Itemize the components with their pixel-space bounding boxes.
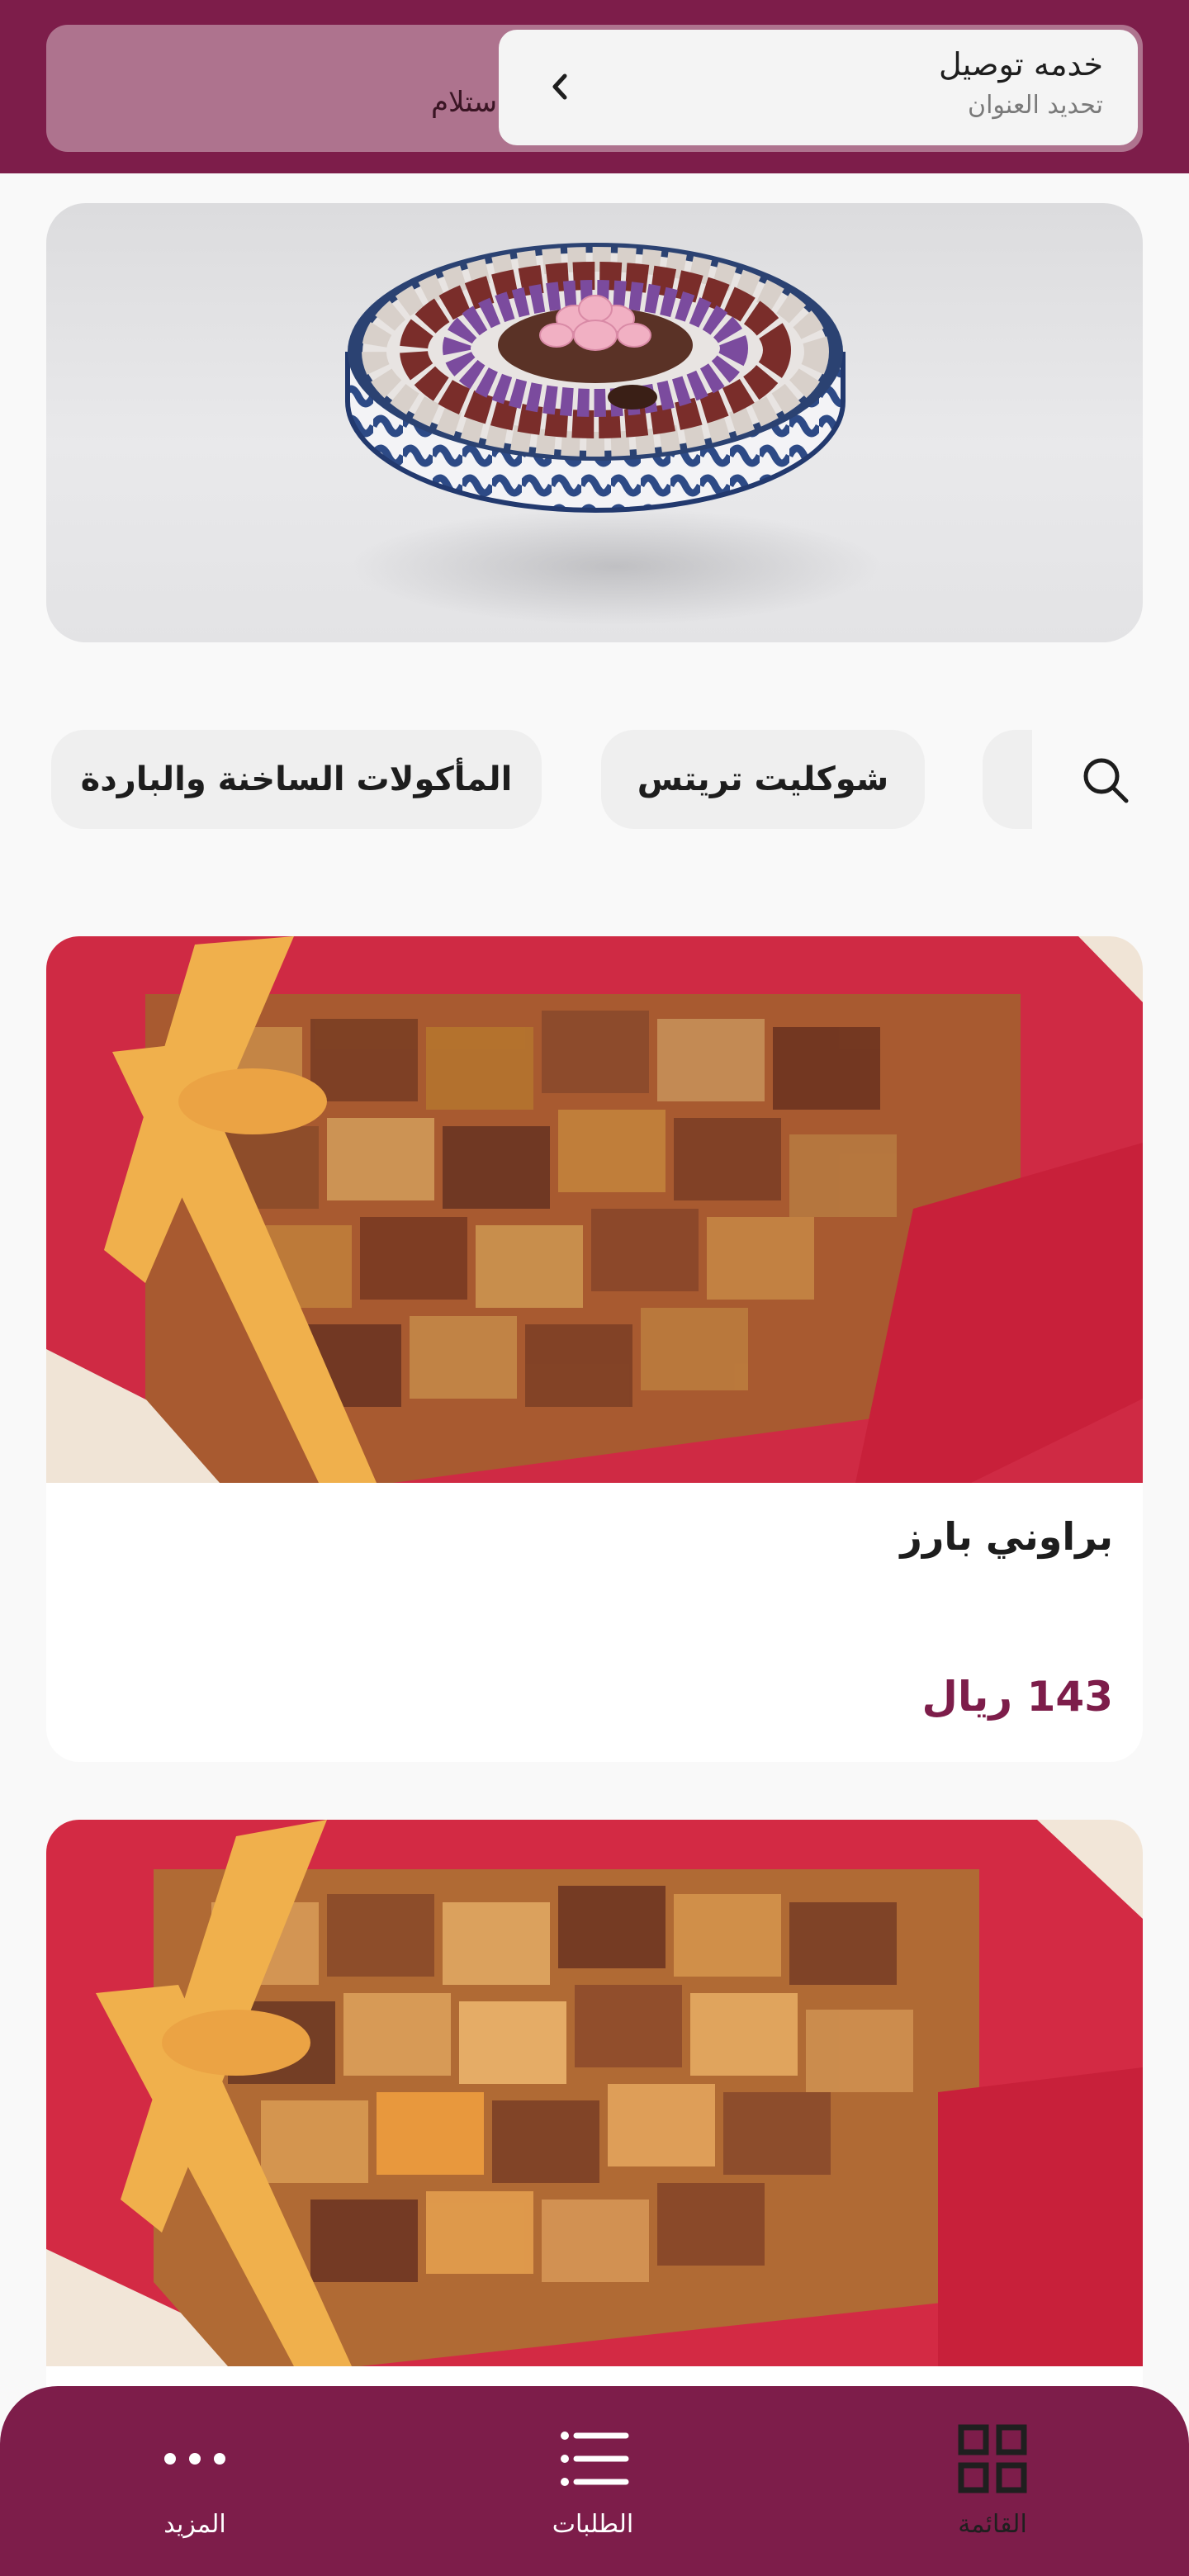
delivery-title: خدمه توصيل [939,46,1103,83]
nav-label-orders: الطلبات [552,2510,634,2539]
nav-item-orders[interactable]: الطلبات [494,2386,692,2576]
pickup-option[interactable]: استلام [431,86,505,119]
nav-label-menu: القائمة [958,2510,1027,2539]
grid-icon [958,2424,1027,2493]
nav-item-more[interactable]: المزيد [96,2386,294,2576]
delivery-option[interactable]: خدمه توصيل تحديد العنوان [499,30,1138,145]
search-icon[interactable] [1078,753,1131,806]
nav-item-menu[interactable]: القائمة [893,2386,1092,2576]
bottom-nav: القائمة الطلبات المزيد [0,2386,1189,2576]
more-dots-icon [164,2453,225,2465]
product-card[interactable] [46,1820,1143,2447]
product-card[interactable]: براوني بارز 143 ريال [46,936,1143,1762]
brownie-box-image [46,1820,1143,2366]
product-price: 143 ريال [921,1673,1114,1721]
header: استلام خدمه توصيل تحديد العنوان [0,0,1189,173]
chevron-left-icon[interactable] [540,66,581,107]
nav-label-more: المزيد [163,2510,226,2539]
category-chip-partial[interactable] [983,730,1032,829]
product-name: براوني بارز [900,1514,1113,1559]
brownie-box-image [46,936,1143,1483]
category-chip-chocolate-treats[interactable]: شوكليت تريتس [601,730,925,829]
category-chip-hot-cold-food[interactable]: المأكولات الساخنة والباردة [51,730,542,829]
promo-banner[interactable] [46,203,1143,642]
set-address-link[interactable]: تحديد العنوان [968,91,1103,120]
list-icon [561,2432,629,2486]
chocolate-tray-image [345,243,880,624]
